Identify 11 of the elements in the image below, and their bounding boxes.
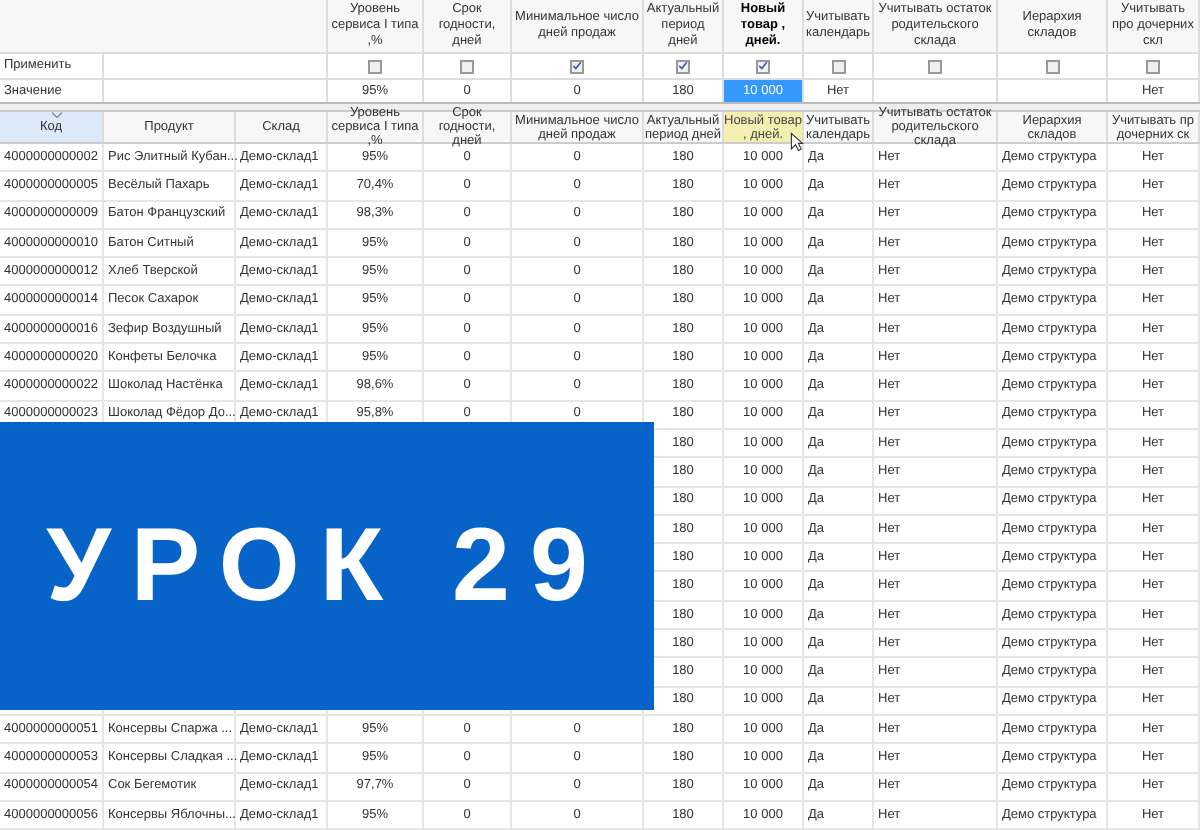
checkbox[interactable] (676, 59, 690, 73)
sort-icon (51, 112, 61, 118)
banner-title: УРОК 29 (46, 514, 608, 618)
checkbox[interactable] (756, 59, 770, 73)
checkbox[interactable] (928, 59, 942, 73)
checkbox[interactable] (1146, 59, 1160, 73)
checkbox[interactable] (570, 59, 584, 73)
checkbox[interactable] (1045, 59, 1059, 73)
checkbox[interactable] (460, 59, 474, 73)
checkbox[interactable] (831, 59, 845, 73)
checkbox[interactable] (368, 59, 382, 73)
